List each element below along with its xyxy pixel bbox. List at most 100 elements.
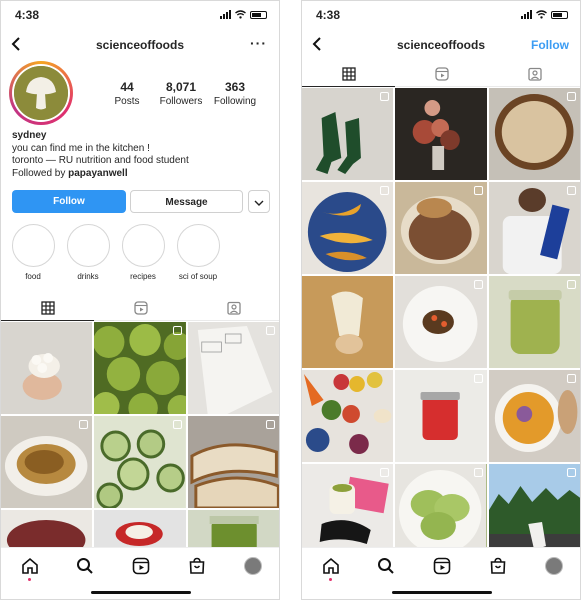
followed-by-user[interactable]: papayanwell: [68, 168, 127, 179]
wifi-icon: [536, 10, 547, 19]
jam-jar-photo: [395, 370, 487, 462]
post-thumbnail[interactable]: [1, 416, 93, 508]
multiple-posts-icon: [172, 326, 182, 335]
profile-tabs: [302, 61, 580, 87]
post-thumbnail[interactable]: [187, 322, 279, 414]
message-button[interactable]: Message: [130, 190, 243, 213]
tab-posts-grid[interactable]: [302, 61, 395, 87]
post-thumbnail[interactable]: [302, 276, 394, 368]
multiple-posts-icon: [266, 326, 275, 335]
stat-following[interactable]: 363 Following: [205, 80, 265, 107]
post-thumbnail[interactable]: [395, 464, 487, 549]
story-highlight[interactable]: sci of soup: [176, 224, 220, 281]
enoki-mushroom-photo: [302, 276, 394, 368]
post-thumbnail[interactable]: [94, 322, 186, 414]
shop-icon[interactable]: [489, 557, 507, 575]
multiple-posts-icon: [567, 468, 576, 477]
stat-followers[interactable]: 8,071 Followers: [151, 80, 211, 107]
multiple-posts-icon: [172, 420, 182, 429]
suggested-accounts-button[interactable]: [248, 190, 270, 213]
search-icon[interactable]: [377, 557, 395, 575]
tab-posts-grid[interactable]: [1, 295, 94, 321]
story-highlight[interactable]: food: [11, 224, 55, 281]
tab-reels[interactable]: [395, 61, 488, 87]
status-icons: [521, 10, 568, 19]
person-book-photo: [488, 182, 580, 274]
reels-nav-icon[interactable]: [433, 557, 451, 575]
car-window-photo: [488, 464, 580, 549]
highlight-circle: [176, 224, 220, 267]
profile-icon[interactable]: [545, 557, 563, 575]
post-thumbnail[interactable]: [94, 416, 186, 508]
display-name: sydney: [12, 130, 47, 141]
pesto-jar-photo: [187, 510, 279, 549]
multiple-posts-icon: [380, 186, 390, 195]
battery-icon: [551, 10, 568, 19]
search-icon[interactable]: [76, 557, 94, 575]
story-highlight[interactable]: drinks: [66, 224, 110, 281]
stat-posts[interactable]: 44 Posts: [97, 80, 157, 107]
multiple-posts-icon: [567, 280, 576, 289]
post-thumbnail[interactable]: [187, 416, 279, 508]
status-bar: 4:38: [1, 1, 279, 29]
profile-screen-right: 4:38 scienceoffoods Follow: [301, 0, 581, 600]
cacao-powder-photo: [395, 182, 487, 274]
post-thumbnail[interactable]: [1, 510, 93, 549]
tab-tagged[interactable]: [187, 295, 279, 321]
profile-icon[interactable]: [244, 557, 262, 575]
paper-notes-photo: [187, 322, 279, 414]
profile-tabs: [1, 295, 279, 321]
post-thumbnail[interactable]: [395, 182, 487, 274]
battery-icon: [250, 10, 267, 19]
follow-link-button[interactable]: Follow: [531, 38, 569, 52]
highlight-label: recipes: [130, 272, 156, 281]
posts-grid: [302, 88, 580, 549]
post-thumbnail[interactable]: [302, 88, 394, 180]
multiple-posts-icon: [380, 468, 390, 477]
highlight-label: drinks: [77, 272, 99, 281]
reels-icon: [133, 301, 148, 315]
post-thumbnail[interactable]: [488, 182, 580, 274]
tab-tagged[interactable]: [488, 61, 580, 87]
post-thumbnail[interactable]: [395, 88, 487, 180]
signal-icon: [220, 10, 231, 19]
bio-line: you can find me in the kitchen !: [12, 142, 150, 154]
pasta-bowl-photo: [1, 416, 93, 508]
post-thumbnail[interactable]: [488, 464, 580, 549]
profile-header: scienceoffoods ···: [1, 31, 279, 59]
post-thumbnail[interactable]: [1, 322, 93, 414]
followers-count: 8,071: [165, 80, 197, 94]
post-thumbnail[interactable]: [302, 464, 394, 549]
shop-icon[interactable]: [188, 557, 206, 575]
post-thumbnail[interactable]: [302, 370, 394, 462]
profile-header: scienceoffoods Follow: [302, 31, 580, 59]
post-thumbnail[interactable]: [488, 276, 580, 368]
multiple-posts-icon: [380, 92, 390, 101]
profile-username: scienceoffoods: [95, 38, 185, 52]
post-thumbnail[interactable]: [94, 510, 186, 549]
follow-button[interactable]: Follow: [12, 190, 126, 213]
post-thumbnail[interactable]: [395, 370, 487, 462]
reels-nav-icon[interactable]: [132, 557, 150, 575]
home-icon[interactable]: [322, 557, 340, 575]
red-cup-photo: [94, 510, 186, 549]
home-icon[interactable]: [21, 557, 39, 575]
story-highlight[interactable]: recipes: [121, 224, 165, 281]
tab-reels[interactable]: [94, 295, 187, 321]
post-thumbnail[interactable]: [395, 276, 487, 368]
post-thumbnail[interactable]: [488, 370, 580, 462]
status-bar: 4:38: [302, 1, 580, 29]
post-thumbnail[interactable]: [302, 182, 394, 274]
more-icon[interactable]: ···: [250, 35, 267, 51]
grid-icon: [341, 66, 356, 81]
highlight-circle: [121, 224, 165, 267]
post-thumbnail[interactable]: [488, 88, 580, 180]
avatar[interactable]: [9, 61, 73, 125]
multiple-posts-icon: [567, 374, 576, 383]
multiple-posts-icon: [266, 420, 275, 429]
status-time: 4:38: [15, 8, 40, 22]
tagged-icon: [527, 67, 542, 81]
squash-blossoms-photo: [302, 182, 394, 274]
post-thumbnail[interactable]: [187, 510, 279, 549]
bio-line: toronto — RU nutrition and food student: [12, 155, 189, 166]
